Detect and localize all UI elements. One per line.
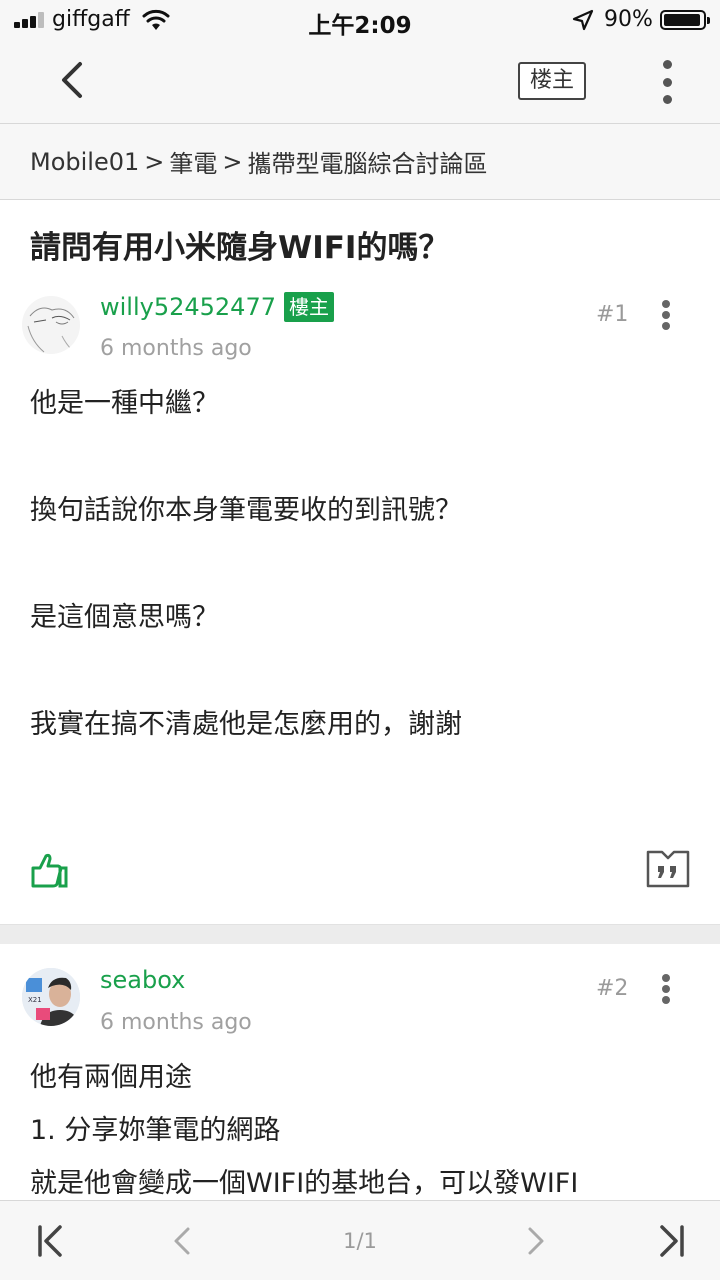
page-indicator: 1/1 xyxy=(343,1229,377,1253)
battery-icon xyxy=(660,10,710,30)
post-floor-number: #1 xyxy=(596,302,629,327)
post-line: 他是一種中繼？ xyxy=(30,388,219,419)
thread-title: 請問有用小米隨身WIFI的嗎？ xyxy=(30,230,450,266)
location-arrow-icon xyxy=(572,9,594,31)
breadcrumb-item-mobile01[interactable]: Mobile01 xyxy=(30,148,139,176)
post-line: 1. 分享妳筆電的網路 xyxy=(30,1115,281,1146)
post-line: 他有兩個用途 xyxy=(30,1062,192,1093)
post-line: 換句話說你本身筆電要收的到訊號？ xyxy=(30,495,462,526)
op-filter-button[interactable]: 楼主 xyxy=(518,62,587,100)
breadcrumb-item-forum[interactable]: 攜帶型電腦綜合討論區 xyxy=(247,144,487,179)
post-divider xyxy=(0,924,720,944)
post-more-icon[interactable] xyxy=(654,974,678,1004)
post-time: 6 months ago xyxy=(100,336,252,361)
post-username[interactable]: seabox xyxy=(100,966,185,994)
breadcrumb-item-notebook[interactable]: 筆電 xyxy=(169,144,217,179)
status-bar: giffgaff 上午2:09 90% xyxy=(0,0,720,40)
breadcrumb-separator: > xyxy=(222,147,243,176)
breadcrumb: Mobile01 > 筆電 > 攜帶型電腦綜合討論區 xyxy=(0,124,720,200)
post-time: 6 months ago xyxy=(100,1010,252,1035)
chevron-left-icon[interactable] xyxy=(52,58,96,102)
avatar[interactable] xyxy=(22,296,80,354)
avatar[interactable]: X21 xyxy=(22,968,80,1026)
quote-reply-icon[interactable] xyxy=(646,848,690,888)
svg-text:X21: X21 xyxy=(28,996,42,1004)
nav-bar: 楼主 xyxy=(0,40,720,124)
op-badge: 樓主 xyxy=(284,292,334,322)
post-username[interactable]: willy52452477 xyxy=(100,293,276,321)
post-more-icon[interactable] xyxy=(654,300,678,330)
post-floor-number: #2 xyxy=(596,976,629,1001)
post-line: 就是他會變成一個WIFI的基地台，可以發WIFI xyxy=(30,1168,579,1199)
breadcrumb-separator: > xyxy=(144,147,165,176)
post-line: 我實在搞不清處他是怎麼用的，謝謝 xyxy=(30,709,462,740)
post-line: 是這個意思嗎？ xyxy=(30,602,219,633)
next-page-icon[interactable] xyxy=(516,1221,556,1261)
last-page-icon[interactable] xyxy=(652,1221,692,1261)
thumbs-up-icon[interactable] xyxy=(30,850,70,890)
battery-percent: 90% xyxy=(604,7,653,32)
pagination-bar: 1/1 xyxy=(0,1200,720,1280)
more-vertical-icon[interactable] xyxy=(652,60,682,104)
